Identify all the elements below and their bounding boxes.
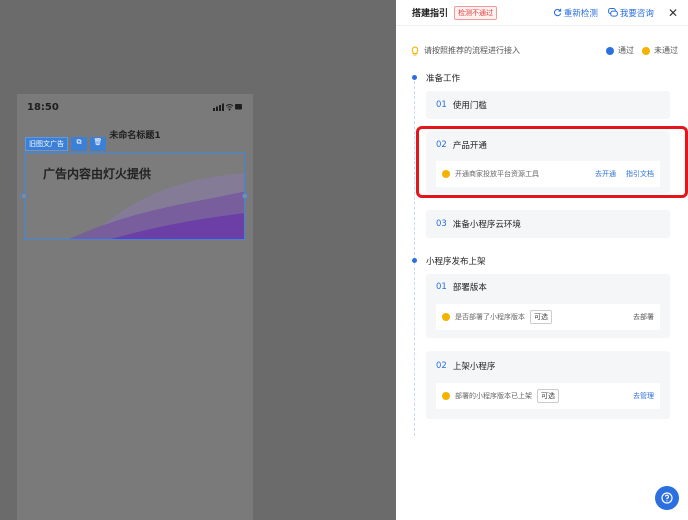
section-title-publish: 小程序发布上架 — [426, 257, 486, 267]
step-label: 部署版本 — [452, 283, 487, 293]
highlight-box — [416, 126, 688, 198]
panel-title: 搭建指引 — [412, 9, 449, 19]
sub-task-text: 是否部署了小程序版本 — [455, 313, 525, 321]
editor-backdrop: 18:50 未命名标题1 旧图文广告 ⧉ 🗑 广告内容由灯火提供 — [0, 0, 396, 520]
status-icons — [213, 103, 243, 111]
step-card-publish-miniapp[interactable]: 02 上架小程序 部署的小程序版本已上架 可选 去管理 — [426, 351, 670, 419]
sub-task-actions: 去部署 — [633, 312, 654, 322]
hint-row: 请按照推荐的流程进行接入 通过 未通过 — [410, 45, 678, 56]
warning-icon — [442, 392, 450, 400]
legend-fail: 未通过 — [654, 46, 678, 55]
warning-icon — [442, 313, 450, 321]
pass-check-icon — [606, 46, 614, 55]
resize-handle-right[interactable] — [242, 193, 248, 199]
step-head: 03 准备小程序云环境 — [426, 210, 670, 238]
step-number: 01 — [436, 100, 447, 110]
step-label: 准备小程序云环境 — [452, 220, 521, 230]
help-icon — [661, 492, 673, 504]
sub-task-actions: 去管理 — [633, 391, 654, 401]
status-bar: 18:50 — [17, 94, 253, 120]
recheck-button[interactable]: 重新检测 — [553, 7, 598, 19]
hint-text: 请按照推荐的流程进行接入 — [424, 46, 520, 55]
ad-tag-toolbar: 旧图文广告 ⧉ 🗑 — [25, 137, 106, 151]
bulb-icon — [411, 45, 419, 55]
legend-pass: 通过 — [618, 46, 634, 55]
help-button[interactable] — [655, 486, 679, 510]
consult-button[interactable]: 我要咨询 — [608, 7, 654, 19]
phone-preview: 18:50 未命名标题1 旧图文广告 ⧉ 🗑 广告内容由灯火提供 — [17, 94, 253, 520]
delete-icon[interactable]: 🗑 — [90, 137, 106, 151]
resize-handle-left[interactable] — [21, 193, 27, 199]
step-head: 02 上架小程序 — [426, 351, 670, 381]
section-dot — [412, 75, 417, 80]
chat-icon — [608, 8, 618, 17]
step-head: 01 使用门槛 — [426, 91, 670, 119]
manage-link[interactable]: 去管理 — [633, 391, 654, 401]
ad-component[interactable]: 广告内容由灯火提供 — [24, 152, 245, 240]
sub-task-row: 部署的小程序版本已上架 可选 去管理 — [436, 383, 660, 409]
refresh-icon — [553, 8, 562, 17]
section-title-prep: 准备工作 — [426, 74, 461, 84]
status-legend: 通过 未通过 — [606, 45, 678, 56]
close-icon[interactable]: ✕ — [668, 6, 678, 20]
guide-panel: 搭建指引 检测不通过 重新检测 我要咨询 ✕ 请按照推荐的流程进行接入 通过 未… — [396, 0, 688, 520]
step-number: 03 — [436, 219, 447, 229]
timeline-line — [414, 76, 415, 436]
step-label: 上架小程序 — [452, 362, 496, 372]
optional-tag: 可选 — [530, 310, 552, 324]
recheck-label: 重新检测 — [563, 8, 598, 19]
header-actions: 重新检测 我要咨询 ✕ — [553, 6, 678, 20]
deploy-link[interactable]: 去部署 — [633, 312, 654, 322]
step-card-threshold[interactable]: 01 使用门槛 — [426, 91, 670, 119]
sub-task-text: 部署的小程序版本已上架 — [455, 392, 532, 400]
step-number: 01 — [436, 282, 447, 292]
step-number: 02 — [436, 361, 447, 371]
ad-type-tag[interactable]: 旧图文广告 — [25, 137, 68, 151]
consult-label: 我要咨询 — [619, 8, 654, 19]
signal-wifi-battery-icon — [213, 103, 242, 111]
step-card-deploy-version[interactable]: 01 部署版本 是否部署了小程序版本 可选 去部署 — [426, 274, 670, 338]
section-dot — [412, 258, 417, 263]
ad-content-text: 广告内容由灯火提供 — [43, 167, 152, 181]
step-head: 01 部署版本 — [426, 274, 670, 300]
step-label: 使用门槛 — [452, 101, 487, 111]
status-time: 18:50 — [27, 101, 59, 113]
status-badge: 检测不通过 — [454, 5, 498, 20]
fail-warn-icon — [642, 46, 650, 55]
sub-task-row: 是否部署了小程序版本 可选 去部署 — [436, 304, 660, 330]
panel-header: 搭建指引 检测不通过 重新检测 我要咨询 ✕ — [396, 0, 688, 26]
step-card-cloud-env[interactable]: 03 准备小程序云环境 — [426, 210, 670, 238]
copy-icon[interactable]: ⧉ — [71, 137, 87, 151]
optional-tag: 可选 — [537, 389, 559, 403]
